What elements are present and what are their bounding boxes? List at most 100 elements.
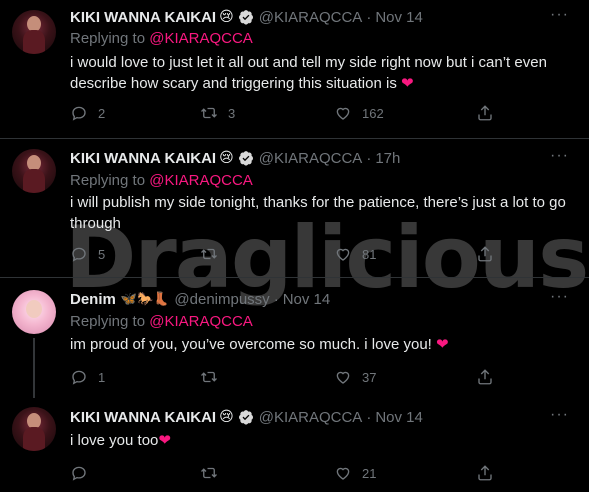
reply-button[interactable]: 2 bbox=[70, 104, 105, 122]
retweet-button[interactable] bbox=[200, 368, 228, 386]
reply-icon bbox=[72, 466, 86, 481]
retweet-button[interactable]: 3 bbox=[200, 104, 235, 122]
tweet-3[interactable]: Denim 🦋🐎👢 @denimpussy · Nov 14 ··· Reply… bbox=[0, 278, 589, 398]
replying-mention-link[interactable]: @KIARAQCCA bbox=[149, 30, 253, 47]
reply-count: 2 bbox=[98, 105, 106, 121]
name-emoji: 🦋🐎👢 bbox=[120, 291, 170, 307]
share-icon bbox=[478, 465, 492, 481]
avatar[interactable] bbox=[12, 407, 56, 451]
handle[interactable]: @KIARAQCCA bbox=[259, 150, 363, 167]
replying-mention-link[interactable]: @KIARAQCCA bbox=[149, 313, 253, 330]
thread-connector-line bbox=[33, 338, 35, 398]
handle[interactable]: @KIARAQCCA bbox=[259, 9, 363, 26]
share-icon bbox=[478, 105, 492, 121]
share-button[interactable] bbox=[476, 368, 494, 386]
reply-icon bbox=[72, 247, 86, 262]
replying-mention-link[interactable]: @KIARAQCCA bbox=[149, 172, 253, 189]
handle[interactable]: @KIARAQCCA bbox=[259, 409, 363, 426]
more-options-button[interactable]: ··· bbox=[550, 147, 569, 165]
replying-to: Replying to @KIARAQCCA bbox=[70, 313, 253, 330]
like-count: 37 bbox=[362, 369, 377, 385]
timestamp[interactable]: Nov 14 bbox=[375, 409, 423, 426]
reply-icon bbox=[72, 106, 86, 121]
display-name[interactable]: KIKI WANNA KAIKAI bbox=[70, 9, 216, 26]
retweet-icon bbox=[201, 371, 217, 383]
like-button[interactable]: 21 bbox=[334, 464, 376, 482]
replying-to: Replying to @KIARAQCCA bbox=[70, 30, 253, 47]
avatar[interactable] bbox=[12, 149, 56, 193]
tweet-actions: 21 bbox=[70, 464, 510, 484]
retweet-icon bbox=[201, 467, 217, 479]
tweet-1[interactable]: KIKI WANNA KAIKAI 😢 @KIARAQCCA · Nov 14 … bbox=[0, 0, 589, 138]
tweet-actions: 2 3 162 bbox=[70, 104, 510, 124]
separator-dot: · bbox=[273, 290, 279, 308]
share-icon bbox=[478, 246, 492, 262]
separator-dot: · bbox=[366, 149, 372, 167]
replying-label: Replying to bbox=[70, 313, 146, 330]
retweet-button[interactable] bbox=[200, 464, 228, 482]
heart-icon bbox=[336, 371, 350, 384]
tweet-actions: 1 37 bbox=[70, 368, 510, 388]
share-button[interactable] bbox=[476, 245, 494, 263]
share-icon bbox=[478, 369, 492, 385]
reply-count: 5 bbox=[98, 246, 106, 262]
reply-button[interactable]: 5 bbox=[70, 245, 105, 263]
name-emoji: 😢 bbox=[219, 150, 234, 166]
like-button[interactable]: 81 bbox=[334, 245, 376, 263]
replying-label: Replying to bbox=[70, 172, 146, 189]
tweet-text: i would love to just let it all out and … bbox=[70, 52, 575, 94]
like-button[interactable]: 162 bbox=[334, 104, 384, 122]
tweet-text-content: i love you too bbox=[70, 432, 159, 449]
tweet-header: KIKI WANNA KAIKAI 😢 @KIARAQCCA · 17h bbox=[70, 149, 400, 167]
timestamp[interactable]: 17h bbox=[375, 150, 400, 167]
like-button[interactable]: 37 bbox=[334, 368, 376, 386]
avatar[interactable] bbox=[12, 290, 56, 334]
heart-icon bbox=[336, 467, 350, 480]
tweet-text-content: i would love to just let it all out and … bbox=[70, 54, 547, 92]
timestamp[interactable]: Nov 14 bbox=[283, 291, 331, 308]
tweet-header: KIKI WANNA KAIKAI 😢 @KIARAQCCA · Nov 14 bbox=[70, 8, 423, 26]
verified-badge-icon bbox=[238, 151, 253, 166]
retweet-button[interactable] bbox=[200, 245, 228, 263]
name-emoji: 😢 bbox=[219, 9, 234, 25]
heart-icon bbox=[336, 107, 350, 120]
reply-button[interactable] bbox=[70, 464, 98, 482]
tweet-text-content: im proud of you, you’ve overcome so much… bbox=[70, 336, 432, 353]
reply-icon bbox=[72, 370, 86, 385]
separator-dot: · bbox=[366, 8, 372, 26]
retweet-icon bbox=[201, 107, 217, 119]
like-count: 162 bbox=[362, 105, 384, 121]
red-heart-emoji: ❤ bbox=[158, 432, 171, 449]
handle[interactable]: @denimpussy bbox=[174, 291, 269, 308]
avatar[interactable] bbox=[12, 10, 56, 54]
share-button[interactable] bbox=[476, 104, 494, 122]
timestamp[interactable]: Nov 14 bbox=[375, 9, 423, 26]
like-count: 21 bbox=[362, 465, 377, 481]
tweet-text: i will publish my side tonight, thanks f… bbox=[70, 194, 566, 232]
tweet-4[interactable]: KIKI WANNA KAIKAI 😢 @KIARAQCCA · Nov 14 … bbox=[0, 392, 589, 492]
heart-icon bbox=[336, 248, 350, 261]
share-button[interactable] bbox=[476, 464, 494, 482]
display-name[interactable]: Denim bbox=[70, 291, 116, 308]
more-options-button[interactable]: ··· bbox=[550, 288, 569, 306]
verified-badge-icon bbox=[238, 10, 253, 25]
replying-label: Replying to bbox=[70, 30, 146, 47]
display-name[interactable]: KIKI WANNA KAIKAI bbox=[70, 409, 216, 426]
separator-dot: · bbox=[366, 408, 372, 426]
tweet-header: Denim 🦋🐎👢 @denimpussy · Nov 14 bbox=[70, 290, 330, 308]
red-heart-emoji: ❤ bbox=[401, 75, 414, 92]
more-options-button[interactable]: ··· bbox=[550, 6, 569, 24]
reply-button[interactable]: 1 bbox=[70, 368, 105, 386]
retweet-count: 3 bbox=[228, 105, 236, 121]
more-options-button[interactable]: ··· bbox=[550, 406, 569, 424]
red-heart-emoji: ❤ bbox=[436, 336, 449, 353]
tweet-actions: 5 81 bbox=[70, 245, 510, 265]
tweet-text: i love you too❤ bbox=[70, 430, 575, 451]
tweet-header: KIKI WANNA KAIKAI 😢 @KIARAQCCA · Nov 14 bbox=[70, 408, 423, 426]
tweet-2[interactable]: KIKI WANNA KAIKAI 😢 @KIARAQCCA · 17h ···… bbox=[0, 139, 589, 277]
retweet-icon bbox=[201, 248, 217, 260]
replying-to: Replying to @KIARAQCCA bbox=[70, 172, 253, 189]
display-name[interactable]: KIKI WANNA KAIKAI bbox=[70, 150, 216, 167]
name-emoji: 😢 bbox=[219, 409, 234, 425]
verified-badge-icon bbox=[238, 410, 253, 425]
